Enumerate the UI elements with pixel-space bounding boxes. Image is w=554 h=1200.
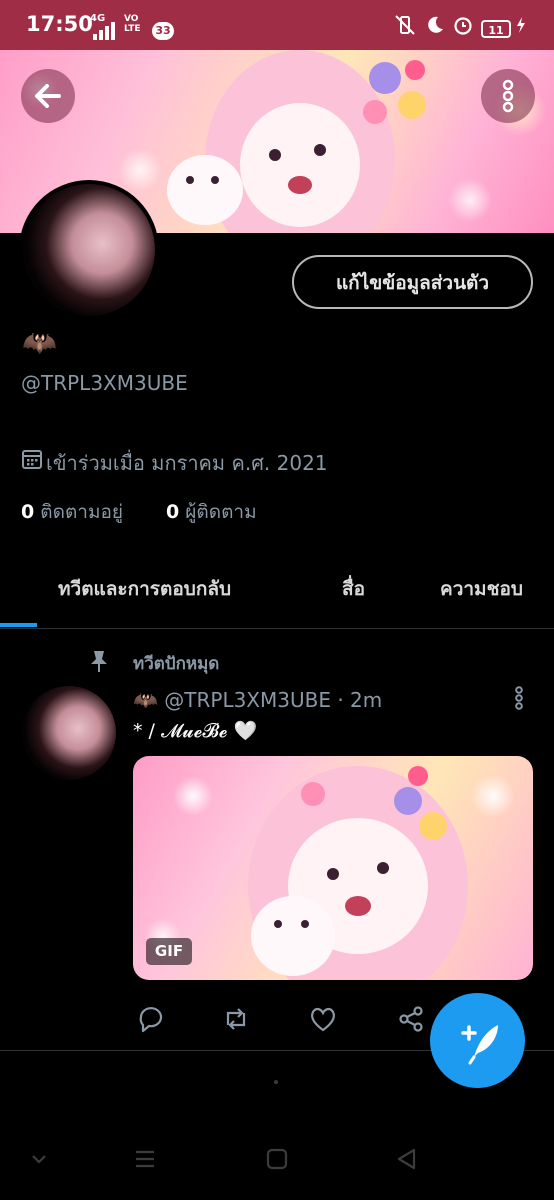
tweet-more-icon[interactable] — [508, 684, 530, 712]
profile-avatar[interactable] — [19, 180, 159, 320]
battery-indicator: 11 — [481, 20, 511, 38]
tweet-author-avatar[interactable] — [22, 686, 116, 780]
avatar-photo — [23, 184, 155, 316]
tweet-header: 🦇 @TRPL3XM3UBE · 2m — [133, 688, 382, 712]
gif-badge: GIF — [146, 938, 192, 965]
more-options-button[interactable] — [481, 69, 535, 123]
retweet-icon[interactable] — [221, 1004, 251, 1034]
tweet-handle-time: @TRPL3XM3UBE · 2m — [164, 688, 383, 712]
following-stat[interactable]: 0 ติดตามอยู่ — [21, 497, 123, 527]
status-bar: 17:50 4G VO LTE 33 11 — [0, 0, 554, 50]
back-button[interactable] — [21, 69, 75, 123]
nav-menu-icon[interactable] — [132, 1146, 158, 1172]
like-icon[interactable] — [308, 1004, 338, 1034]
vibrate-off-icon — [395, 15, 415, 35]
followers-count: 0 — [166, 501, 180, 523]
tweet-media-gif[interactable]: GIF — [133, 756, 533, 980]
edit-profile-button[interactable]: แก้ไขข้อมูลส่วนตัว — [292, 255, 533, 309]
back-arrow-icon — [35, 84, 61, 108]
calendar-icon — [22, 450, 42, 469]
following-count: 0 — [21, 501, 35, 523]
display-name: 🦇 — [22, 326, 57, 359]
nav-collapse-icon[interactable] — [26, 1146, 52, 1172]
joined-date: เข้าร่วมเมื่อ มกราคม ค.ศ. 2021 — [46, 451, 328, 475]
scroll-indicator-dot — [274, 1080, 278, 1084]
tab-tweets-and-replies[interactable]: ทวีตและการตอบกลับ — [58, 574, 231, 604]
profile-handle: @TRPL3XM3UBE — [21, 371, 188, 395]
share-icon[interactable] — [396, 1004, 426, 1034]
status-time: 17:50 — [26, 12, 93, 36]
nav-back-icon[interactable] — [394, 1146, 420, 1172]
pinned-tweet-label: ทวีตปักหมุด — [133, 654, 220, 674]
alarm-icon — [454, 17, 472, 35]
followers-stat[interactable]: 0 ผู้ติดตาม — [166, 497, 257, 527]
reply-icon[interactable] — [136, 1004, 166, 1034]
compose-feather-icon — [461, 1025, 498, 1065]
notification-count-badge: 33 — [152, 22, 174, 40]
compose-tweet-button[interactable] — [430, 993, 525, 1088]
tab-likes[interactable]: ความชอบ — [440, 574, 523, 604]
followers-label: ผู้ติดตาม — [185, 501, 257, 523]
volte-indicator: VO LTE — [124, 14, 141, 34]
tweet-author-name: 🦇 — [133, 688, 158, 712]
gif-illustration — [248, 766, 468, 980]
nav-home-icon[interactable] — [264, 1146, 290, 1172]
tweet-text: * / 𝓜𝓾𝓮𝓑𝓮 🤍 — [133, 720, 258, 742]
more-vertical-icon — [502, 79, 514, 113]
following-label: ติดตามอยู่ — [40, 501, 124, 523]
pin-icon — [91, 651, 107, 672]
moon-icon — [428, 16, 443, 33]
active-tab-indicator — [0, 623, 37, 627]
tab-media[interactable]: สื่อ — [342, 574, 365, 604]
charging-icon — [517, 17, 525, 33]
tab-divider — [0, 628, 554, 629]
signal-icon — [93, 22, 115, 40]
